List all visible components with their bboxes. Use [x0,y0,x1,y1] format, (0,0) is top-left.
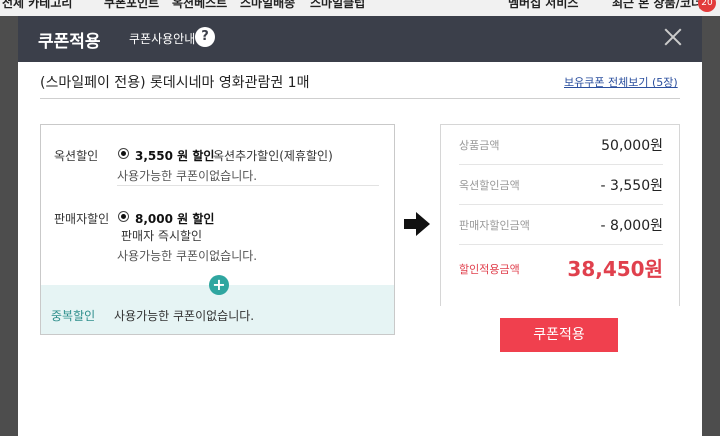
close-icon[interactable] [662,26,684,48]
seller-coupon-note: 사용가능한 쿠폰이없습니다. [117,249,258,263]
summary-row: 할인적용금액 38,450원 [459,245,663,285]
receipt-zigzag-edge [440,306,680,314]
seller-discount-amount: 8,000 원 할인 [135,212,215,226]
seller-coupon-radio[interactable] [118,211,129,222]
summary-row: 판매자할인금액 - 8,000원 [459,205,663,245]
background-nav: 전체 카테고리 쿠폰포인트 옥션베스트 스마일배송 스마일클럽 멤버십 서비스 … [0,0,720,16]
seller-discount-total-value: - 8,000원 [600,218,663,234]
auction-discount-amount: 3,550 원 할인 [135,149,215,163]
modal-header: 쿠폰적용 쿠폰사용안내 ? [18,16,702,62]
product-name: (스마일페이 전용) 롯데시네마 영화관람권 1매 [40,75,310,91]
view-all-coupons-link[interactable]: 보유쿠폰 전체보기 (5장) [564,74,678,90]
modal-title: 쿠폰적용 [38,32,101,52]
product-amount-label: 상품금액 [459,139,500,152]
cart-count-badge: 20 [698,0,716,12]
auction-discount-total-value: - 3,550원 [600,178,663,194]
auction-coupon-note: 사용가능한 쿠폰이없습니다. [117,169,258,183]
bg-nav-item: 스마일클럽 [310,0,366,10]
auction-coupon-desc: 옥션추가할인(제휴할인) [213,149,333,163]
auction-discount-total-label: 옥션할인금액 [459,179,520,192]
summary-row: 옥션할인금액 - 3,550원 [459,165,663,205]
bg-nav-item: 스마일배송 [240,0,296,10]
bg-nav-item: 최근 본 상품/코너 [612,0,703,10]
overlay-right [702,16,720,436]
apply-coupon-button[interactable]: 쿠폰적용 [500,318,618,352]
divider [40,98,680,99]
seller-discount-total-label: 판매자할인금액 [459,219,530,232]
seller-coupon-desc: 판매자 즉시할인 [121,229,203,243]
help-circle-icon[interactable]: ? [195,27,215,47]
final-amount-value: 38,450원 [567,257,663,281]
bg-nav-item: 전체 카테고리 [2,0,73,10]
overlay-left [0,16,18,436]
coupon-modal: 쿠폰적용 쿠폰사용안내 ? (스마일페이 전용) 롯데시네마 영화관람권 1매 … [18,16,702,436]
product-amount-value: 50,000원 [601,138,663,154]
plus-circle-icon[interactable]: + [209,275,229,295]
summary-row: 상품금액 50,000원 [459,125,663,165]
duplicate-coupon-note: 사용가능한 쿠폰이없습니다. [114,309,255,323]
seller-discount-label: 판매자할인 [54,212,110,226]
arrow-right-icon [404,212,430,236]
auction-coupon-radio[interactable] [118,148,129,159]
bg-nav-item: 쿠폰포인트 [104,0,160,10]
duplicate-discount-label: 중복할인 [51,309,96,323]
bg-nav-item: 옥션베스트 [172,0,228,10]
bg-nav-item: 멤버십 서비스 [508,0,579,10]
auction-discount-label: 옥션할인 [54,149,99,163]
row-separator [117,185,379,186]
price-summary: 상품금액 50,000원 옥션할인금액 - 3,550원 판매자할인금액 - 8… [440,124,680,310]
final-amount-label: 할인적용금액 [459,263,520,276]
coupon-guide-link[interactable]: 쿠폰사용안내 [129,30,195,47]
